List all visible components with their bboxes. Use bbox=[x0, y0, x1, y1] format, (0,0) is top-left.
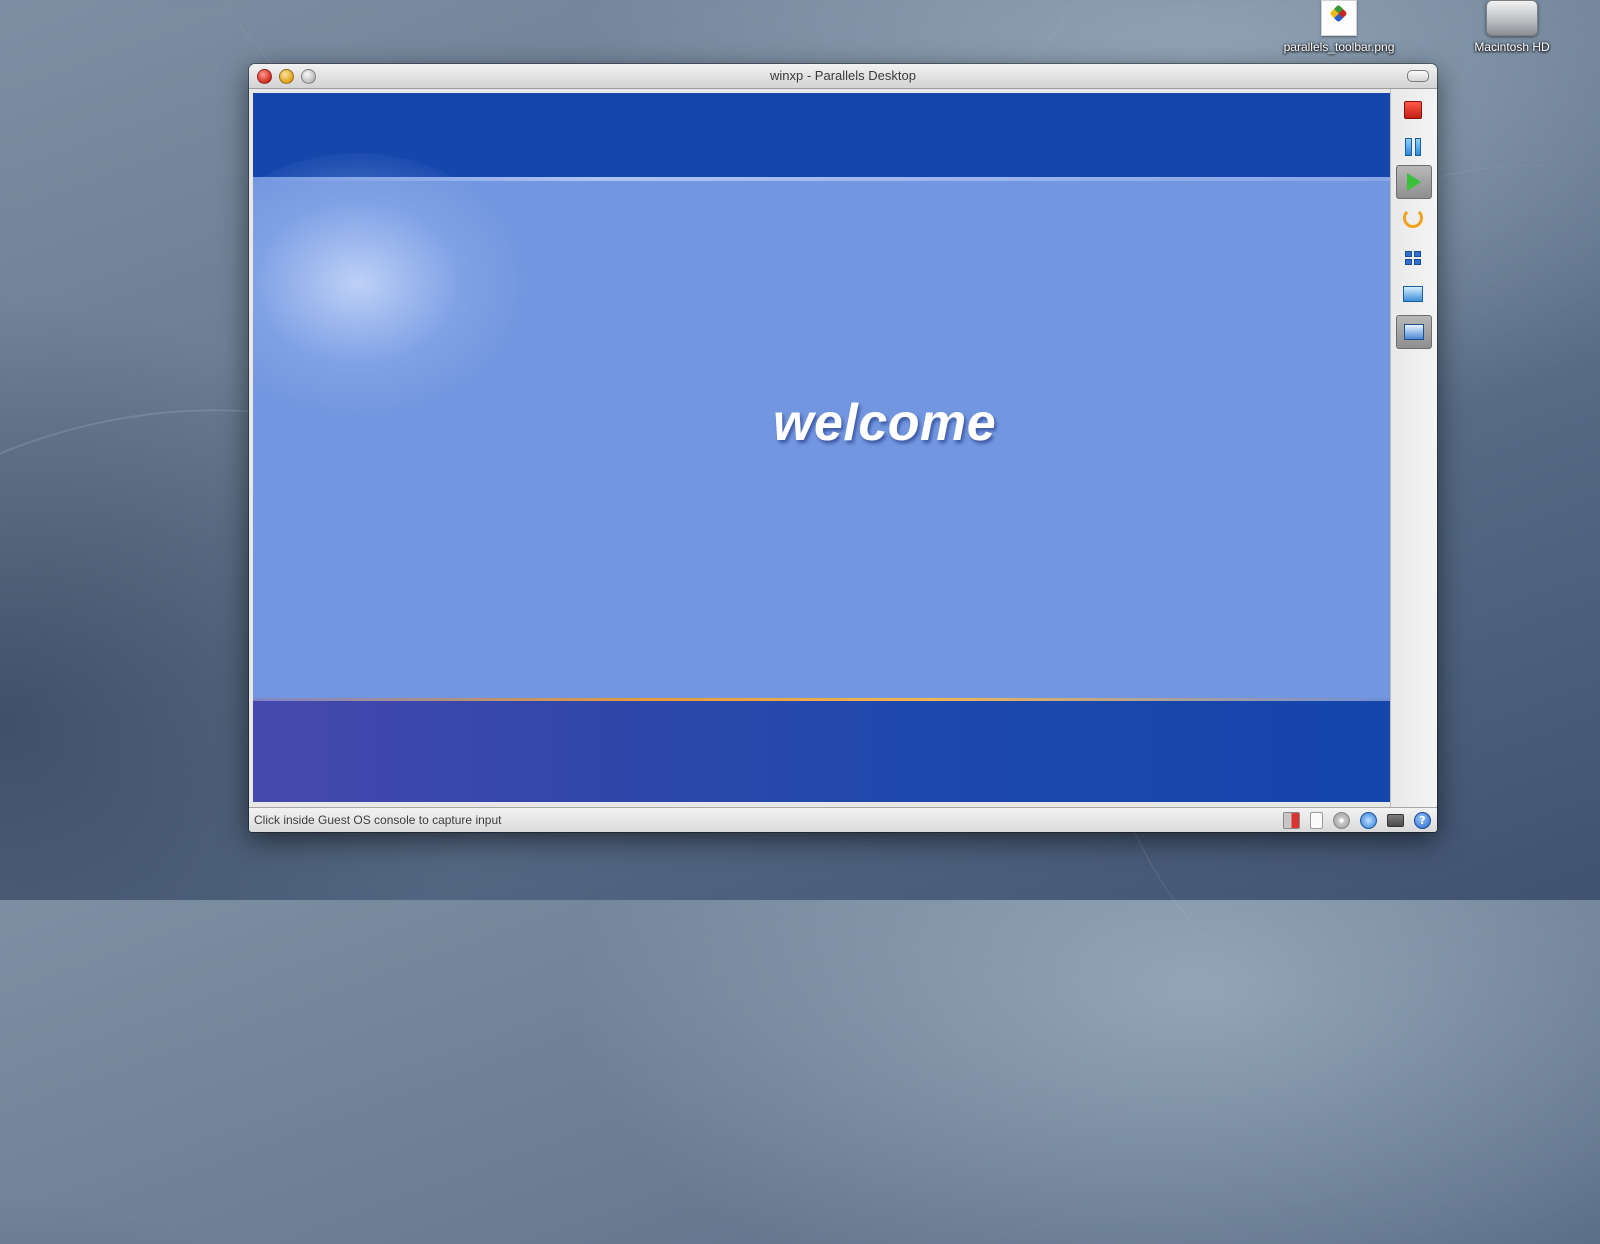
network-icon[interactable] bbox=[1283, 812, 1300, 829]
help-icon[interactable]: ? bbox=[1414, 812, 1431, 829]
desktop-macintosh-hd[interactable]: Macintosh HD bbox=[1437, 0, 1587, 54]
pause-icon bbox=[1405, 138, 1421, 156]
parallels-window: winxp - Parallels Desktop welcome Click … bbox=[249, 64, 1437, 832]
screenshot-button[interactable] bbox=[1396, 278, 1430, 310]
guest-os-screen[interactable]: welcome bbox=[253, 93, 1390, 802]
xp-bottom-band bbox=[253, 698, 1390, 802]
welcome-text: welcome bbox=[773, 394, 997, 452]
desktop-file-parallels-toolbar[interactable]: parallels_toolbar.png bbox=[1264, 0, 1414, 54]
pause-button[interactable] bbox=[1396, 130, 1430, 162]
png-file-icon bbox=[1321, 0, 1357, 36]
toolbar-toggle-button[interactable] bbox=[1407, 70, 1429, 82]
hard-drive-icon bbox=[1486, 0, 1538, 36]
printer-icon[interactable] bbox=[1387, 814, 1404, 827]
cd-icon[interactable] bbox=[1333, 812, 1350, 829]
floppy-icon[interactable] bbox=[1310, 812, 1323, 829]
status-message: Click inside Guest OS console to capture… bbox=[254, 813, 502, 827]
restart-icon bbox=[1403, 208, 1423, 228]
screenshot-icon bbox=[1403, 286, 1423, 302]
full-screen-button[interactable] bbox=[1396, 242, 1430, 274]
capture-icon bbox=[1404, 324, 1424, 340]
play-icon bbox=[1407, 173, 1421, 191]
vm-toolbar bbox=[1390, 89, 1437, 807]
stop-button[interactable] bbox=[1396, 94, 1430, 126]
play-button[interactable] bbox=[1396, 165, 1432, 199]
desktop-file-label: parallels_toolbar.png bbox=[1283, 40, 1395, 54]
capture-input-button[interactable] bbox=[1396, 315, 1432, 349]
grid-icon bbox=[1405, 251, 1421, 265]
status-bar: Click inside Guest OS console to capture… bbox=[249, 807, 1437, 832]
window-titlebar[interactable]: winxp - Parallels Desktop bbox=[249, 64, 1437, 89]
restart-button[interactable] bbox=[1396, 202, 1430, 234]
desktop-hd-label: Macintosh HD bbox=[1474, 40, 1550, 54]
stop-icon bbox=[1404, 101, 1422, 119]
xp-light-glow bbox=[253, 153, 523, 413]
window-title: winxp - Parallels Desktop bbox=[770, 68, 916, 83]
usb-icon[interactable] bbox=[1360, 812, 1377, 829]
